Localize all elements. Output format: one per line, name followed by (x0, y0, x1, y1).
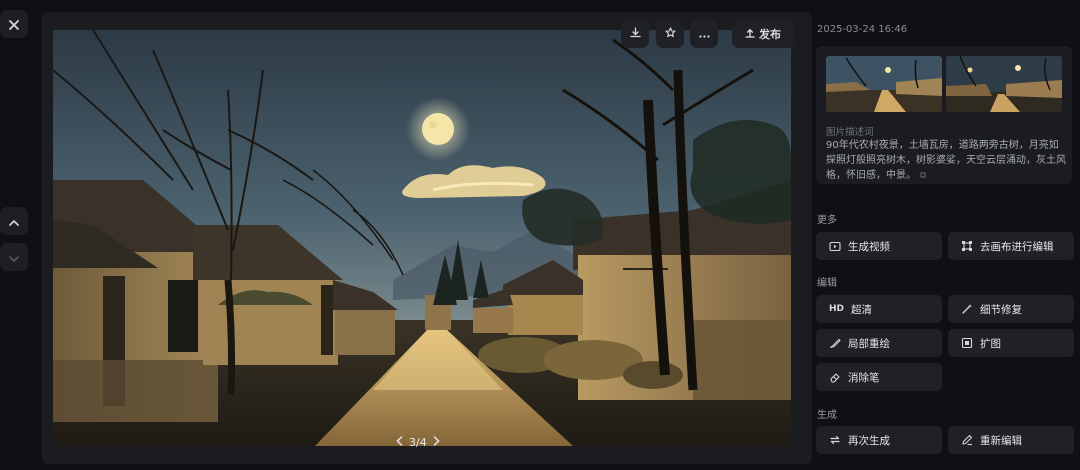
section-more-title: 更多 (817, 215, 837, 226)
canvas-edit-button[interactable]: 去画布进行编辑 (948, 232, 1074, 260)
refresh-icon (829, 434, 841, 446)
chevron-right-icon[interactable] (433, 436, 440, 449)
download-icon (629, 27, 641, 41)
canvas-edit-label: 去画布进行编辑 (980, 240, 1054, 253)
description-label: 图片描述词 (826, 127, 874, 138)
super-resolution-label: 超清 (851, 303, 873, 316)
download-button[interactable] (621, 20, 649, 48)
expand-image-label: 扩图 (980, 337, 1001, 350)
expand-icon (961, 337, 973, 349)
next-image-button[interactable] (0, 243, 28, 271)
canvas-icon (961, 240, 973, 252)
publish-button[interactable]: 发布 (732, 20, 794, 48)
detail-fix-label: 细节修复 (980, 303, 1022, 316)
thumbnail-2[interactable] (946, 56, 1062, 112)
video-icon (829, 240, 841, 252)
generate-video-button[interactable]: 生成视频 (816, 232, 942, 260)
generate-video-label: 生成视频 (848, 240, 890, 253)
publish-label: 发布 (759, 28, 781, 41)
image-pager: 3/4 (396, 436, 440, 449)
chevron-up-icon (9, 212, 19, 231)
close-icon (9, 15, 19, 34)
thumbnail-1[interactable] (826, 56, 942, 112)
page-indicator: 3/4 (409, 436, 427, 449)
hd-icon: HD (829, 304, 845, 314)
close-button[interactable] (0, 10, 28, 38)
eraser-button[interactable]: 消除笔 (816, 363, 942, 391)
section-edit-title: 编辑 (817, 278, 837, 289)
super-resolution-button[interactable]: HD 超清 (816, 295, 942, 323)
generated-image[interactable] (53, 30, 791, 446)
upload-icon (745, 28, 755, 41)
chevron-down-icon (9, 248, 19, 267)
detail-fix-button[interactable]: 细节修复 (948, 295, 1074, 323)
side-panel: 2025-03-24 16:46 图片描述词 90年代农村夜景，土墙瓦房，道路两… (816, 0, 1080, 470)
magic-wand-icon (961, 303, 973, 315)
pencil-icon (961, 434, 973, 446)
description-body: 90年代农村夜景，土墙瓦房，道路两旁古树，月亮如探照灯般照亮树木，树影婆娑，天空… (826, 140, 1066, 181)
eraser-label: 消除笔 (848, 371, 880, 384)
local-redraw-button[interactable]: 局部重绘 (816, 329, 942, 357)
eraser-icon (829, 371, 841, 383)
favorite-button[interactable] (656, 20, 684, 48)
expand-image-button[interactable]: 扩图 (948, 329, 1074, 357)
copy-icon[interactable]: ⧉ (920, 169, 926, 184)
brush-icon (829, 337, 841, 349)
re-edit-label: 重新编辑 (980, 434, 1022, 447)
regenerate-button[interactable]: 再次生成 (816, 426, 942, 454)
re-edit-button[interactable]: 重新编辑 (948, 426, 1074, 454)
regenerate-label: 再次生成 (848, 434, 890, 447)
description-card: 图片描述词 90年代农村夜景，土墙瓦房，道路两旁古树，月亮如探照灯般照亮树木，树… (816, 46, 1072, 184)
ellipsis-icon (698, 28, 710, 41)
section-generate-title: 生成 (817, 410, 837, 421)
previous-image-button[interactable] (0, 207, 28, 235)
description-text: 90年代农村夜景，土墙瓦房，道路两旁古树，月亮如探照灯般照亮树木，树影婆娑，天空… (826, 138, 1066, 184)
local-redraw-label: 局部重绘 (848, 337, 890, 350)
more-options-button[interactable] (690, 20, 718, 48)
star-icon (664, 27, 676, 41)
chevron-left-icon[interactable] (396, 436, 403, 449)
timestamp: 2025-03-24 16:46 (817, 24, 908, 35)
